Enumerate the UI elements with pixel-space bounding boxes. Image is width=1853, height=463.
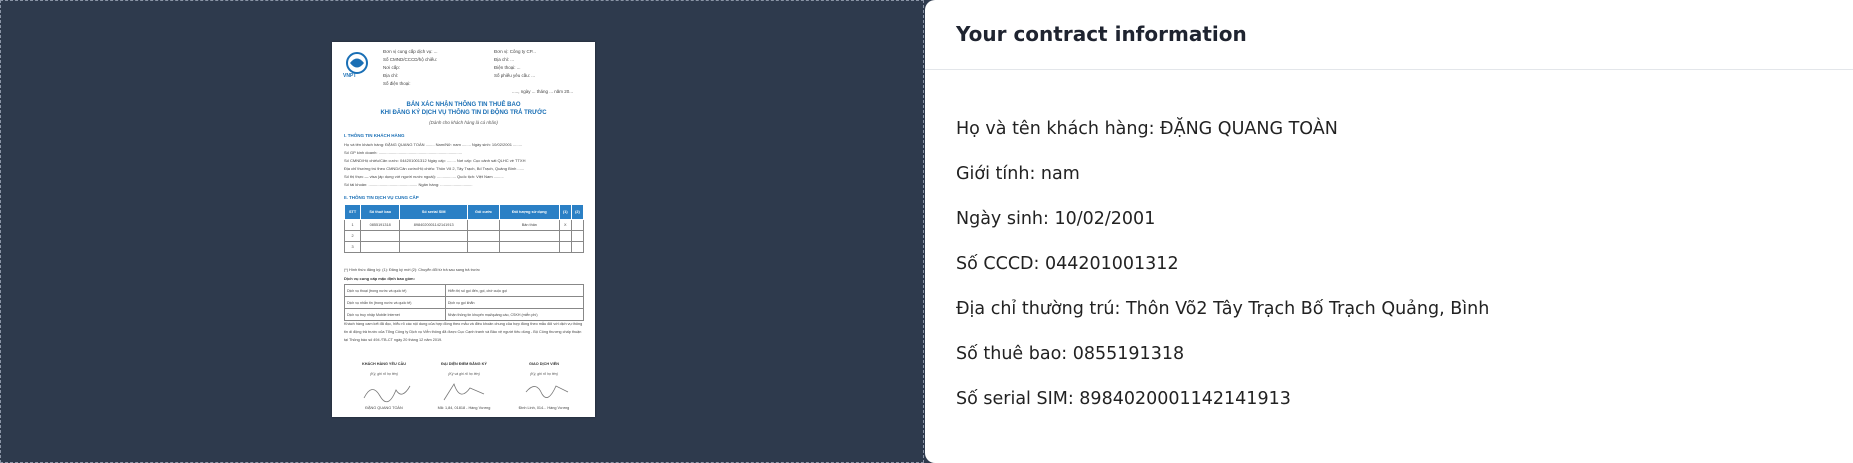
default-services-table: Dịch vụ thoại (trong nước và quốc tế) Hi… <box>344 284 585 321</box>
field-gender: Giới tính: nam <box>956 164 1080 184</box>
signer-name: ĐẶNG QUANG TOÀN <box>365 406 403 410</box>
table-cell: 3 <box>343 241 362 253</box>
signature-icon <box>443 383 485 401</box>
table-cell: 1 <box>343 219 362 231</box>
panel-title: Your contract information <box>956 22 1247 46</box>
table-cell <box>558 230 572 242</box>
table-row: 1 0855191318 8984020001142141913 Bản thâ… <box>343 219 585 231</box>
signer-instruction: (Ký và ghi rõ họ tên) <box>448 372 480 376</box>
header-right-line: Địa chỉ: ... <box>494 57 515 62</box>
table-cell: 2 <box>343 230 362 242</box>
table-cell: Dịch vụ truy nhập Mobile Internet <box>344 308 446 321</box>
table-header-cell: Số thuê bao <box>360 204 401 220</box>
header-left-line: Đơn vị cung cấp dịch vụ: ... <box>383 49 438 54</box>
table-cell: Dịch vụ nhắn tin (trong nước và quốc tế) <box>344 296 446 309</box>
commitment-paragraph: Khách hàng cam kết đã đọc, hiểu rõ các n… <box>344 322 583 342</box>
table-cell <box>467 219 500 231</box>
panel-divider <box>925 69 1853 70</box>
field-sim-serial: Số serial SIM: 8984020001142141913 <box>956 389 1291 409</box>
signer-role: KHÁCH HÀNG YÊU CẦU <box>361 362 407 366</box>
table-header-cell: STT <box>343 204 362 220</box>
table-header-cell: (1) <box>558 204 572 220</box>
header-left-block: Đơn vị cung cấp dịch vụ: ... Số CMND/CCC… <box>383 48 437 88</box>
customer-info-line: Số thị thực — visa (áp dụng với người nư… <box>344 174 504 179</box>
field-permanent-address: Địa chỉ thường trú: Thôn Võ2 Tây Trạch B… <box>956 299 1490 319</box>
signer-role: ĐẠI DIỆN ĐIỂM ĐĂNG KÝ <box>441 362 487 366</box>
table-cell: Bản thân <box>498 219 560 231</box>
table-cell <box>570 241 585 253</box>
table-cell <box>467 230 500 242</box>
table-cell <box>570 219 585 231</box>
table-row: 3 <box>343 241 585 253</box>
field-customer-name: Họ và tên khách hàng: ĐẶNG QUANG TOÀN <box>956 119 1338 139</box>
table-cell <box>399 230 469 242</box>
table-cell: Dịch vụ gọi khẩn <box>444 296 585 309</box>
table-cell <box>498 241 560 253</box>
document-subtitle: KHI ĐĂNG KÝ DỊCH VỤ THÔNG TIN DI ĐỘNG TR… <box>380 110 547 116</box>
signature-icon <box>525 385 569 398</box>
header-left-line: Số CMND/CCCD/hộ chiếu: <box>383 57 438 62</box>
signer-role: GIAO DỊCH VIÊN <box>529 362 559 366</box>
table-row: Dịch vụ thoại (trong nước và quốc tế) Hi… <box>344 284 585 297</box>
field-id-number: Số CCCD: 044201001312 <box>956 254 1179 274</box>
table-row: Dịch vụ nhắn tin (trong nước và quốc tế)… <box>344 296 585 309</box>
table-header-cell: (2) <box>570 204 585 220</box>
subscriber-table: STT Số thuê bao Số serial SIM Gói cước Đ… <box>343 204 585 253</box>
table-cell: Nhận thông tin khuyến mại/quảng cáo, CSK… <box>444 308 585 321</box>
contract-info-panel: Your contract information Họ và tên khác… <box>925 0 1853 463</box>
header-right-block: Đơn vị: Công ty CP... Địa chỉ: ... Điện … <box>494 48 536 80</box>
header-left-line: Số điện thoại: <box>383 81 411 86</box>
table-cell: Hiển thị số gọi đến, gọi, chờ cuộc gọi <box>444 284 585 297</box>
table-row: Dịch vụ truy nhập Mobile Internet Nhận t… <box>344 308 585 321</box>
section-service-info-heading: II. THÔNG TIN DỊCH VỤ CUNG CẤP <box>344 195 419 200</box>
document-preview-pane: VNPT Đơn vị cung cấp dịch vụ: ... Số CMN… <box>0 0 924 463</box>
table-header-row: STT Số thuê bao Số serial SIM Gói cước Đ… <box>343 204 585 220</box>
section-customer-info-heading: I. THÔNG TIN KHÁCH HÀNG <box>344 133 405 138</box>
logo-text: VNPT <box>343 73 357 79</box>
header-left-line: Địa chỉ: <box>383 73 399 78</box>
customer-info-line: Số CMND/Hộ chiếu/Căn cước: 044201001312 … <box>344 158 526 163</box>
table-header-cell: Gói cước <box>467 204 500 220</box>
table-cell <box>570 230 585 242</box>
date-line: ....., ngày ... tháng ... năm 20... <box>512 89 574 94</box>
signer-instruction: (Ký, ghi rõ họ tên) <box>370 372 398 376</box>
table-cell: X <box>558 219 572 231</box>
table-cell <box>558 241 572 253</box>
header-right-line: Điện thoại: ... <box>494 65 521 70</box>
customer-info-line: Số tài khoản: ..........................… <box>344 182 473 187</box>
customer-info-line: Số GP kinh doanh: ......................… <box>344 150 462 155</box>
table-cell <box>467 241 500 253</box>
field-subscriber-number: Số thuê bao: 0855191318 <box>956 344 1185 364</box>
signer-instruction: (Ký, ghi rõ họ tên) <box>530 372 558 376</box>
customer-info-lines: Họ và tên khách hàng: ĐẶNG QUANG TOÀN ..… <box>344 141 584 189</box>
document-title: BẢN XÁC NHẬN THÔNG TIN THUÊ BAO <box>406 102 521 108</box>
registration-type-note: (*) Hình thức đăng ký: (1): Đăng ký mới … <box>344 268 480 272</box>
table-cell <box>360 241 401 253</box>
contract-document-image[interactable]: VNPT Đơn vị cung cấp dịch vụ: ... Số CMN… <box>332 42 595 417</box>
header-right-line: Số phiếu yêu cầu: ... <box>494 73 536 78</box>
signature-icon <box>363 385 411 403</box>
table-cell: 0855191318 <box>360 219 401 231</box>
header-left-line: Nơi cấp: <box>383 65 400 70</box>
table-cell <box>399 241 469 253</box>
table-cell: 8984020001142141913 <box>399 219 469 231</box>
table-row: 2 <box>343 230 585 242</box>
table-cell <box>360 230 401 242</box>
table-header-cell: Số serial SIM <box>399 204 469 220</box>
document-audience-note: (Dành cho khách hàng là cá nhân) <box>429 120 498 125</box>
table-cell: Dịch vụ thoại (trong nước và quốc tế) <box>344 284 446 297</box>
header-right-line: Đơn vị: Công ty CP... <box>494 49 536 54</box>
signer-name: Mã: 1,84, 01818 - Hàng Vương <box>437 406 491 410</box>
table-cell <box>498 230 560 242</box>
customer-info-line: Địa chỉ thường trú theo CMND/Căn cước/Hộ… <box>344 166 525 171</box>
default-services-heading: Dịch vụ cung cấp mặc định bao gồm: <box>344 276 415 281</box>
customer-info-line: Họ và tên khách hàng: ĐẶNG QUANG TOÀN ..… <box>344 142 522 147</box>
field-birth-date: Ngày sinh: 10/02/2001 <box>956 209 1156 229</box>
table-header-cell: Đối tượng sử dụng <box>498 204 560 220</box>
signer-name: Đinh Linh, 014... Hàng Vương <box>518 406 570 410</box>
